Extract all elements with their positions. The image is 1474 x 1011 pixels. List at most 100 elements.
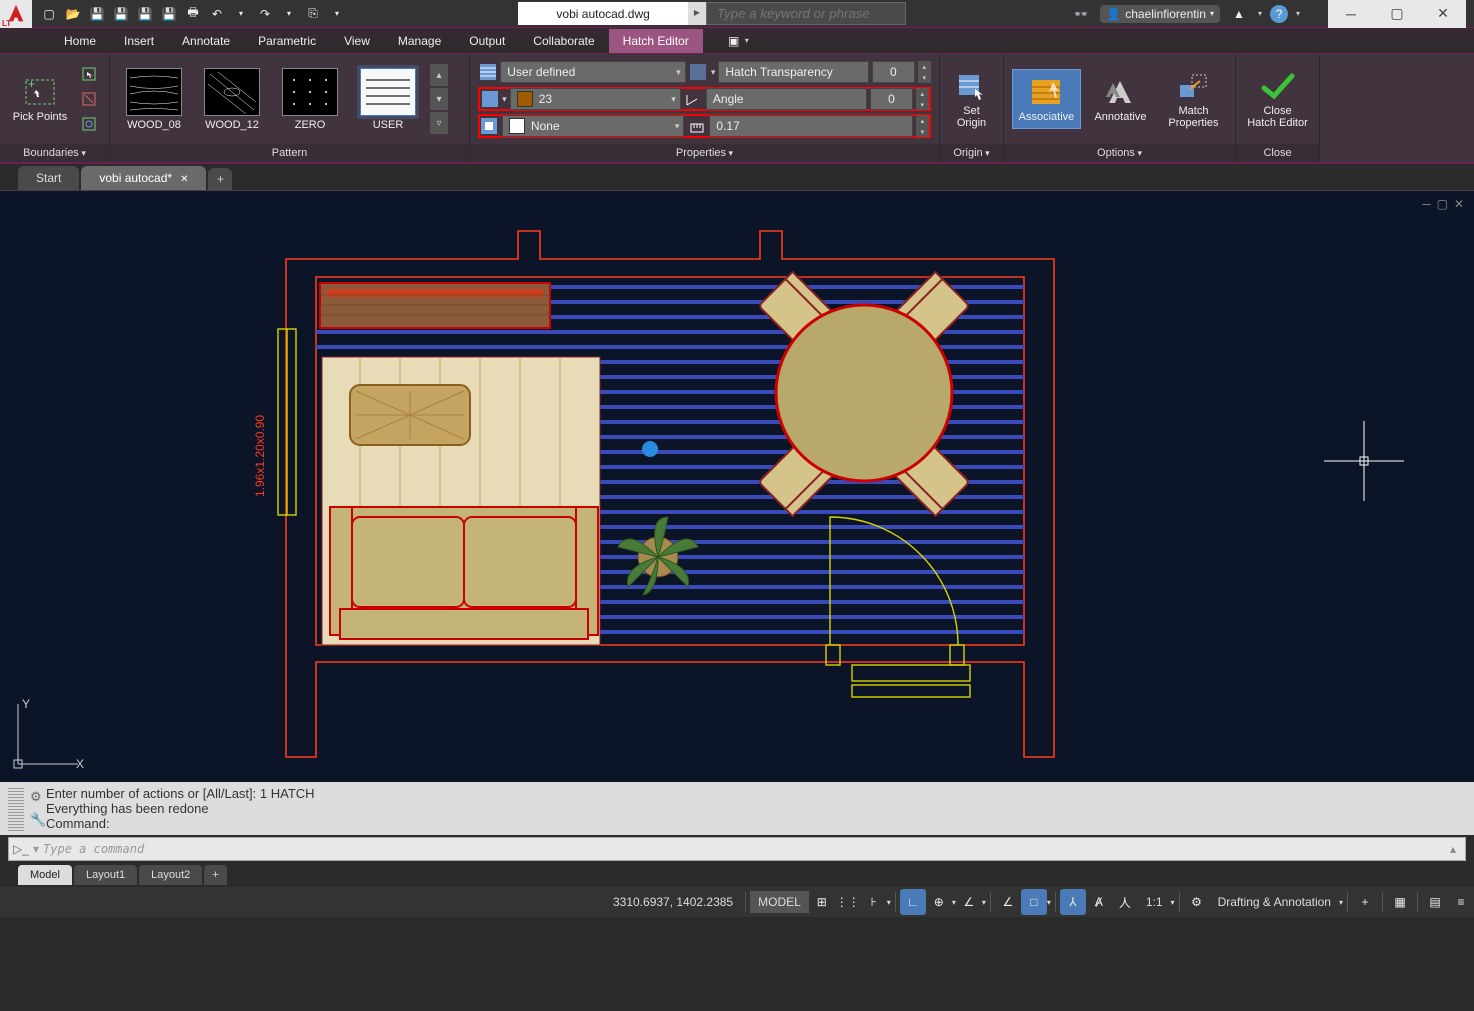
pattern-expand-icon[interactable]: ▿ xyxy=(430,112,448,134)
tab-parametric[interactable]: Parametric xyxy=(244,29,330,53)
save-icon[interactable]: 💾 xyxy=(86,3,108,25)
app-logo[interactable]: LT xyxy=(0,0,32,28)
panel-properties-title[interactable]: Properties xyxy=(470,144,939,162)
tab-annotate[interactable]: Annotate xyxy=(168,29,244,53)
osnap-icon[interactable]: □ xyxy=(1021,889,1047,915)
search-input[interactable] xyxy=(706,2,906,25)
tab-collaborate[interactable]: Collaborate xyxy=(519,29,608,53)
isodraft-icon[interactable]: ∠ xyxy=(956,889,982,915)
units-icon[interactable]: ▦ xyxy=(1387,889,1413,915)
transparency-spinner[interactable]: ▴▾ xyxy=(918,61,931,83)
panel-boundaries-title[interactable]: Boundaries xyxy=(0,144,109,162)
layout-tab-add[interactable]: + xyxy=(204,865,226,885)
grid-icon[interactable]: ⊞ xyxy=(809,889,835,915)
status-space-button[interactable]: MODEL xyxy=(750,891,809,913)
hatch-color-dropdown[interactable]: 23▾ xyxy=(510,88,681,110)
close-button[interactable]: ✕ xyxy=(1420,0,1466,28)
pattern-zero[interactable]: ZERO xyxy=(274,68,346,131)
open-icon[interactable]: 📂 xyxy=(62,3,84,25)
redo-icon[interactable]: ↷ xyxy=(254,3,276,25)
quick-props-icon[interactable]: ▤ xyxy=(1422,889,1448,915)
doc-tab-active[interactable]: vobi autocad*✕ xyxy=(81,166,206,190)
ortho-icon[interactable]: ∟ xyxy=(900,889,926,915)
web-open-icon[interactable]: 💾 xyxy=(158,3,180,25)
command-wrench-icon[interactable]: 🔧 xyxy=(30,812,46,828)
hatch-bg-dropdown[interactable]: None▾ xyxy=(502,115,685,137)
user-account[interactable]: 👤 chaelinfiorentin ▾ xyxy=(1100,5,1220,23)
undo-dd-icon[interactable]: ▾ xyxy=(230,3,252,25)
pick-points-button[interactable]: + Pick Points xyxy=(8,75,72,123)
pattern-up-icon[interactable]: ▴ xyxy=(430,64,448,86)
qat-dd-icon[interactable]: ▾ xyxy=(326,3,348,25)
binoculars-icon[interactable]: 👓 xyxy=(1070,3,1092,25)
tab-home[interactable]: Home xyxy=(50,29,110,53)
scale-spinner[interactable]: ▴▾ xyxy=(916,115,929,137)
viewport-maximize-icon[interactable]: ▢ xyxy=(1437,197,1448,211)
select-boundary-icon[interactable] xyxy=(78,63,100,85)
status-scale[interactable]: 1:1 xyxy=(1138,895,1171,909)
command-grip[interactable] xyxy=(8,786,24,831)
command-line[interactable]: ▷_ ▾ Type a command ▴ xyxy=(8,837,1466,861)
layout-tab-layout1[interactable]: Layout1 xyxy=(74,865,137,885)
set-origin-button[interactable]: Set Origin xyxy=(948,69,995,129)
transparency-value[interactable]: 0 xyxy=(872,61,914,83)
minimize-button[interactable]: ─ xyxy=(1328,0,1374,28)
maximize-button[interactable]: ▢ xyxy=(1374,0,1420,28)
panel-origin-title[interactable]: Origin xyxy=(940,144,1003,162)
featured-apps-icon[interactable]: ▣ xyxy=(723,30,745,52)
status-workspace[interactable]: Drafting & Annotation xyxy=(1210,895,1339,909)
title-switch-icon[interactable]: ▸ xyxy=(688,2,706,25)
angle-label[interactable]: Angle xyxy=(706,88,867,110)
web-save-icon[interactable]: 💾 xyxy=(134,3,156,25)
help-icon[interactable]: ? xyxy=(1270,5,1288,23)
layout-tab-model[interactable]: Model xyxy=(18,865,72,885)
redo-dd-icon[interactable]: ▾ xyxy=(278,3,300,25)
tab-hatch-editor[interactable]: Hatch Editor xyxy=(609,29,703,53)
saveas-icon[interactable]: 💾 xyxy=(110,3,132,25)
associative-button[interactable]: Associative xyxy=(1012,69,1081,129)
remove-boundary-icon[interactable] xyxy=(78,88,100,110)
share-icon[interactable]: ⎘ xyxy=(302,3,324,25)
annotative-button[interactable]: Annotative xyxy=(1087,75,1154,123)
anno-monitor-icon[interactable]: + xyxy=(1352,889,1378,915)
angle-spinner[interactable]: ▴▾ xyxy=(916,88,929,110)
new-icon[interactable]: ▢ xyxy=(38,3,60,25)
pattern-wood08[interactable]: WOOD_08 xyxy=(118,68,190,131)
viewport-close-icon[interactable]: ✕ xyxy=(1454,197,1464,211)
tab-view[interactable]: View xyxy=(330,29,384,53)
drawing-canvas[interactable]: ─ ▢ ✕ xyxy=(0,190,1474,782)
viewport-minimize-icon[interactable]: ─ xyxy=(1422,197,1431,211)
hatch-type-dropdown[interactable]: User defined▾ xyxy=(500,61,685,83)
history-expand-icon[interactable]: ⚙ xyxy=(30,789,46,805)
plot-icon[interactable]: 🖶 xyxy=(182,3,204,25)
osnap-tracking-icon[interactable]: ∠ xyxy=(995,889,1021,915)
command-recent-icon[interactable]: ▴ xyxy=(1441,842,1465,856)
tab-manage[interactable]: Manage xyxy=(384,29,455,53)
tab-insert[interactable]: Insert xyxy=(110,29,168,53)
layout-tab-layout2[interactable]: Layout2 xyxy=(139,865,202,885)
undo-icon[interactable]: ↶ xyxy=(206,3,228,25)
doc-tab-start[interactable]: Start xyxy=(18,166,79,190)
doc-tab-add[interactable]: + xyxy=(208,168,232,190)
transparency-label[interactable]: Hatch Transparency xyxy=(718,61,869,83)
anno-visibility-icon[interactable]: ⅄ xyxy=(1060,889,1086,915)
customize-icon[interactable]: ≡ xyxy=(1448,889,1474,915)
polar-icon[interactable]: ⊕ xyxy=(926,889,952,915)
infer-icon[interactable]: ⊦ xyxy=(861,889,887,915)
close-hatch-editor-button[interactable]: Close Hatch Editor xyxy=(1244,69,1311,129)
workspace-icon[interactable]: ⚙ xyxy=(1184,889,1210,915)
snap-icon[interactable]: ⋮⋮ xyxy=(835,889,861,915)
pattern-user[interactable]: USER xyxy=(352,68,424,131)
pattern-wood12[interactable]: WOOD_12 xyxy=(196,68,268,131)
recreate-boundary-icon[interactable] xyxy=(78,113,100,135)
scale-value[interactable]: 0.17 xyxy=(709,115,912,137)
anno-scale-icon[interactable]: 人 xyxy=(1112,889,1138,915)
tab-output[interactable]: Output xyxy=(455,29,519,53)
auto-scale-icon[interactable]: Ⱥ xyxy=(1086,889,1112,915)
autodesk-icon[interactable]: ▲ xyxy=(1228,3,1250,25)
match-properties-button[interactable]: Match Properties xyxy=(1160,69,1227,129)
pattern-down-icon[interactable]: ▾ xyxy=(430,88,448,110)
angle-value[interactable]: 0 xyxy=(870,88,912,110)
panel-options-title[interactable]: Options xyxy=(1004,144,1235,162)
close-tab-icon[interactable]: ✕ xyxy=(180,174,188,185)
